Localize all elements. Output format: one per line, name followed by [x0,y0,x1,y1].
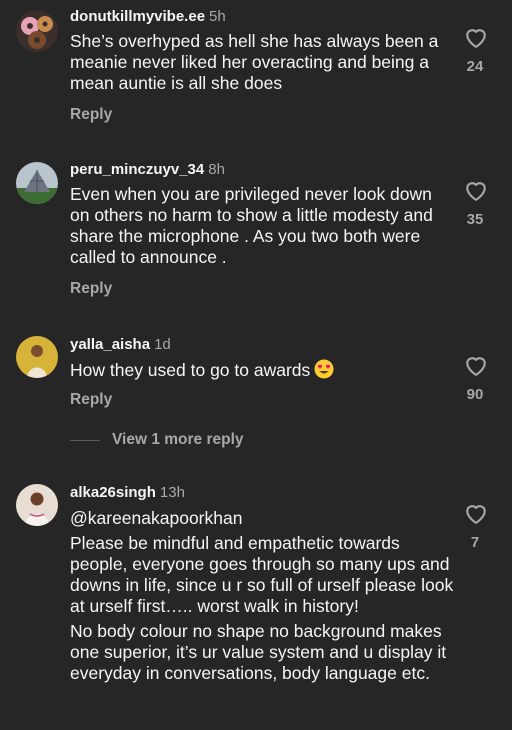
username[interactable]: donutkillmyvibe.ee [70,8,205,25]
comment-meta: alka26singh 13h [70,484,185,502]
view-more-replies-button[interactable]: View 1 more reply [112,431,244,449]
heart-eyes-emoji-icon [314,359,334,379]
username[interactable]: peru_minczuyv_34 [70,161,204,178]
person-avatar-icon[interactable] [16,484,58,526]
timestamp: 5h [209,8,226,25]
comment-text-paragraph: No body colour no shape no background ma… [70,621,447,683]
username[interactable]: yalla_aisha [70,336,150,353]
like-count: 35 [466,211,484,228]
comment-meta: donutkillmyvibe.ee 5h [70,8,226,26]
username[interactable]: alka26singh [70,484,156,501]
comment-text-paragraph: Please be mindful and empathetic towards… [70,533,454,616]
donut-avatar-icon[interactable] [16,10,58,52]
comment-text: Even when you are privileged never look … [70,184,433,267]
timestamp: 1d [154,336,171,353]
comment-text-body: How they used to go to awards [70,360,311,380]
heart-icon[interactable] [462,176,490,204]
like-count: 24 [466,58,484,75]
reply-button[interactable]: Reply [70,391,112,409]
reply-button[interactable]: Reply [70,280,112,298]
comment-text: @kareenakapoorkhan Please be mindful and… [70,508,455,684]
timestamp: 8h [208,161,225,178]
reply-button[interactable]: Reply [70,106,112,124]
timestamp: 13h [159,484,185,501]
pyramid-avatar-icon[interactable] [16,162,58,204]
person-avatar-icon[interactable] [16,336,58,378]
view-more-divider [70,440,100,441]
heart-icon[interactable] [462,23,490,51]
mention-link[interactable]: @kareenakapoorkhan [70,508,455,529]
comment-meta: peru_minczuyv_34 8h [70,161,225,179]
comment-text: How they used to go to awards [70,359,455,381]
heart-icon[interactable] [462,351,490,379]
heart-icon[interactable] [462,499,490,527]
comment-text: She’s overhyped as hell she has always b… [70,31,439,93]
like-count: 90 [466,386,484,403]
like-count: 7 [470,534,480,551]
comment-meta: yalla_aisha 1d [70,336,171,354]
